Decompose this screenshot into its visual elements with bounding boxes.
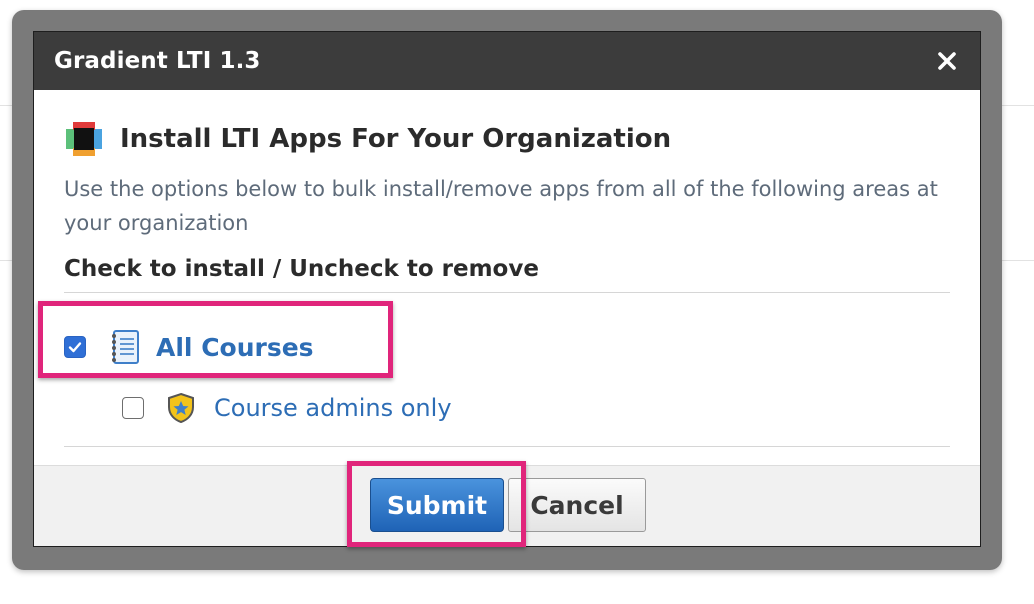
dialog-title: Gradient LTI 1.3 (54, 48, 261, 74)
page-heading: Install LTI Apps For Your Organization (120, 124, 672, 154)
course-admins-checkbox[interactable] (122, 397, 144, 419)
all-courses-link[interactable]: All Courses (156, 333, 314, 362)
submit-button[interactable]: Submit (370, 478, 504, 532)
section-label: Check to install / Uncheck to remove (64, 256, 950, 293)
options-divider (64, 446, 950, 447)
all-courses-checkbox[interactable] (64, 336, 86, 358)
option-all-courses: All Courses (64, 329, 314, 365)
notebook-icon (108, 329, 142, 365)
cancel-button[interactable]: Cancel (508, 478, 646, 532)
dialog-body: Install LTI Apps For Your Organization U… (34, 119, 980, 293)
dialog-footer: Submit Cancel (34, 465, 980, 546)
checkmark-icon (68, 342, 82, 353)
lti-dialog: Gradient LTI 1.3 Install LTI Apps For Yo… (33, 31, 981, 547)
lti-app-icon (64, 119, 104, 159)
course-admins-link[interactable]: Course admins only (214, 394, 452, 422)
option-course-admins: Course admins only (122, 392, 452, 424)
heading-row: Install LTI Apps For Your Organization (64, 119, 950, 159)
shield-star-icon (166, 392, 196, 424)
close-icon[interactable] (934, 48, 960, 74)
description-text: Use the options below to bulk install/re… (64, 177, 938, 235)
dialog-titlebar: Gradient LTI 1.3 (34, 32, 980, 90)
